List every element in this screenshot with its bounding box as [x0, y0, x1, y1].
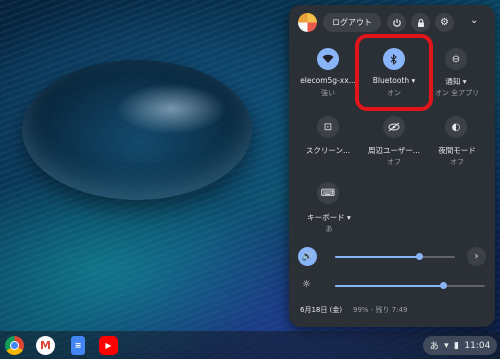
nearby-visibility-tile-status: オフ	[387, 158, 401, 166]
volume-slider-knob[interactable]	[416, 253, 423, 260]
bluetooth-highlight-box	[355, 34, 433, 111]
wallpaper-droplet	[22, 60, 252, 200]
notifications-icon: ⊖	[451, 53, 461, 65]
notifications-tile-toggle[interactable]: ⊖	[445, 48, 467, 70]
wifi-tile-status: 強い	[321, 89, 335, 97]
night-light-icon: ◐	[451, 121, 461, 133]
gmail-app-icon[interactable]: M	[36, 336, 55, 355]
gmail-icon: M	[40, 339, 51, 352]
settings-button[interactable]: ⚙	[435, 13, 454, 32]
power-icon	[392, 18, 401, 27]
volume-icon: 🔊	[301, 251, 314, 262]
user-avatar[interactable]	[298, 13, 317, 32]
chrome-icon	[10, 341, 19, 350]
night-light-tile-toggle[interactable]: ◐	[445, 116, 467, 138]
wifi-tile-label[interactable]: elecom5g-xx...	[300, 76, 356, 85]
collapse-button[interactable]: ⌄	[470, 15, 478, 26]
youtube-play-icon: ▶	[105, 341, 112, 350]
keyboard-tile-toggle[interactable]: ⌨	[317, 182, 339, 204]
night-light-tile-label[interactable]: 夜間モード	[432, 145, 482, 156]
volume-mute-button[interactable]: 🔊	[298, 247, 317, 266]
notifications-tile-label[interactable]: 通知 ▾	[436, 76, 476, 87]
chevron-down-icon: ⌄	[470, 15, 479, 26]
docs-icon: ≡	[74, 341, 82, 350]
audio-settings-button[interactable]: ›	[467, 247, 486, 266]
notifications-tile-status: オン 全アプリ	[434, 89, 480, 97]
clock: 11:04	[464, 340, 491, 351]
keyboard-icon: ⌨	[320, 187, 336, 199]
ime-indicator: あ	[429, 342, 439, 352]
screen-capture-tile-toggle[interactable]: ⊡	[317, 116, 339, 138]
docs-app-icon[interactable]: ≡	[71, 336, 85, 355]
screen-capture-icon: ⊡	[323, 121, 333, 133]
brightness-icon: ☼	[302, 279, 311, 290]
chrome-app-icon[interactable]	[5, 336, 24, 355]
youtube-app-icon[interactable]: ▶	[99, 336, 118, 355]
status-area[interactable]: あ ▾ ▮ 11:04	[423, 336, 497, 355]
wifi-status-icon: ▾	[444, 340, 449, 351]
keyboard-tile-label[interactable]: キーボード ▾	[300, 212, 358, 223]
wifi-icon	[322, 54, 334, 63]
nearby-visibility-tile-label[interactable]: 周辺ユーザー...	[362, 145, 426, 156]
nearby-visibility-icon	[388, 122, 400, 132]
wifi-tile-toggle[interactable]	[317, 48, 339, 70]
volume-slider-fill	[335, 256, 419, 258]
logout-button[interactable]: ログアウト	[323, 13, 381, 32]
lock-icon	[417, 18, 424, 27]
power-button[interactable]	[387, 13, 406, 32]
lock-button[interactable]	[411, 13, 430, 32]
battery-icon: ▮	[454, 340, 459, 351]
battery-status: 99% - 残り 7:49	[353, 306, 408, 314]
night-light-tile-status: オフ	[450, 158, 464, 166]
keyboard-tile-status: あ	[325, 225, 333, 233]
chevron-right-icon: ›	[474, 251, 479, 262]
screen-capture-tile-label[interactable]: スクリーン...	[300, 145, 356, 156]
brightness-slider-knob[interactable]	[440, 282, 447, 289]
brightness-slider-fill	[335, 285, 443, 287]
nearby-visibility-tile-toggle[interactable]	[383, 116, 405, 138]
date-label[interactable]: 6月18日 (金)	[300, 305, 342, 315]
gear-icon: ⚙	[440, 17, 449, 28]
